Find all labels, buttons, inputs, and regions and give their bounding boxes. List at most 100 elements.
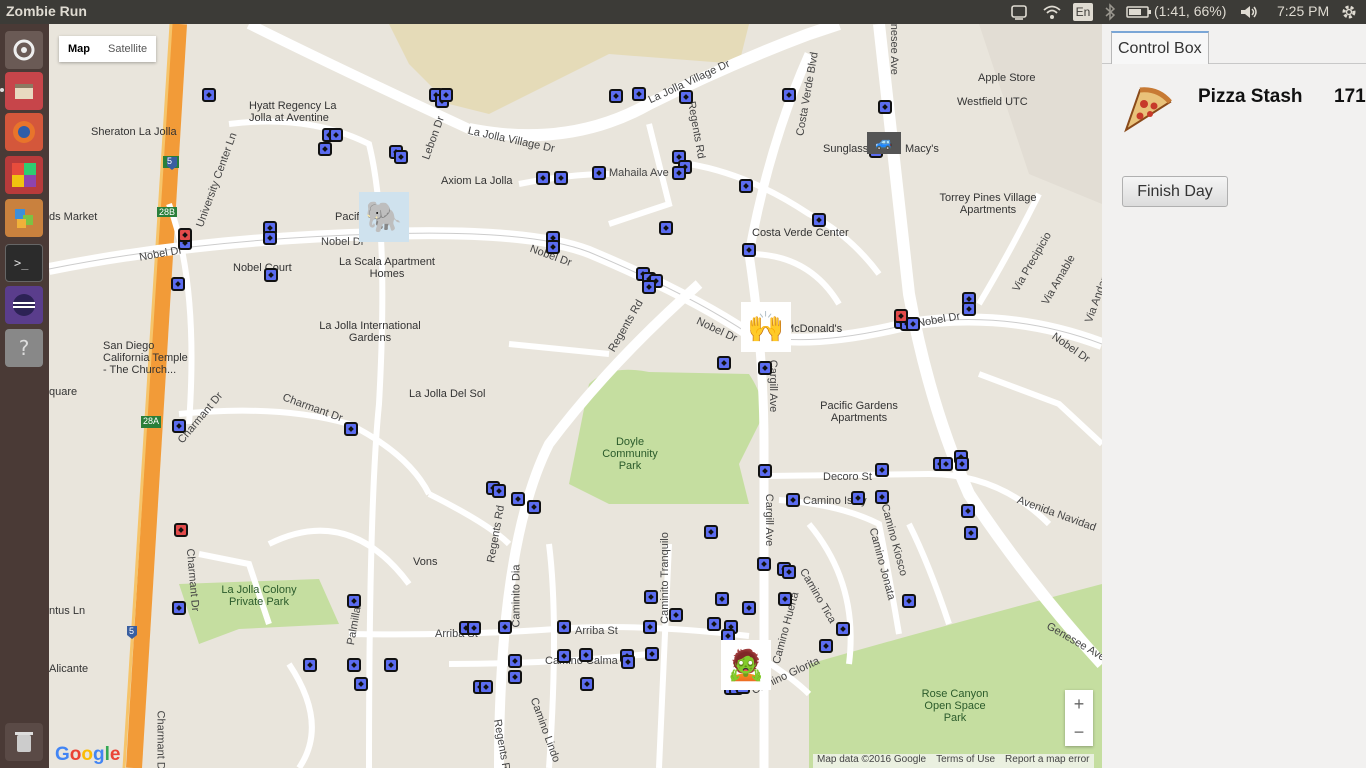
pizza-marker[interactable]	[546, 240, 560, 254]
tray-screen-icon[interactable]	[1010, 3, 1028, 21]
zoom-in-button[interactable]: +	[1065, 690, 1093, 718]
pizza-marker[interactable]	[742, 601, 756, 615]
zombie-sprite[interactable]: 🧟	[721, 640, 771, 690]
pizza-marker[interactable]	[955, 457, 969, 471]
software-center-icon[interactable]	[5, 199, 43, 237]
pizza-marker[interactable]	[778, 592, 792, 606]
bluetooth-icon[interactable]	[1104, 3, 1116, 21]
pizza-marker[interactable]	[202, 88, 216, 102]
pizza-marker[interactable]	[554, 171, 568, 185]
vehicle-sprite[interactable]: 🚙	[867, 132, 901, 154]
pizza-marker[interactable]	[172, 601, 186, 615]
pizza-marker[interactable]	[172, 419, 186, 433]
pizza-marker[interactable]	[902, 594, 916, 608]
terminal-icon[interactable]: >_	[5, 244, 43, 282]
danger-marker[interactable]	[174, 523, 188, 537]
pizza-marker[interactable]	[875, 463, 889, 477]
map-type-map-button[interactable]: Map	[59, 36, 99, 62]
volume-icon[interactable]	[1239, 3, 1259, 21]
unknown-app-icon[interactable]: ?	[5, 329, 43, 367]
app-icon[interactable]	[5, 156, 43, 194]
pizza-marker[interactable]	[508, 670, 522, 684]
zombie-elephant-sprite[interactable]: 🐘	[359, 192, 409, 242]
pizza-marker[interactable]	[812, 213, 826, 227]
pizza-marker[interactable]	[786, 493, 800, 507]
pizza-marker[interactable]	[527, 500, 541, 514]
pizza-marker[interactable]	[644, 590, 658, 604]
pizza-marker[interactable]	[329, 128, 343, 142]
pizza-marker[interactable]	[394, 150, 408, 164]
pizza-marker[interactable]	[875, 490, 889, 504]
gear-icon[interactable]	[1340, 3, 1358, 21]
pizza-marker[interactable]	[344, 422, 358, 436]
map-type-satellite-button[interactable]: Satellite	[99, 36, 156, 62]
pizza-marker[interactable]	[645, 647, 659, 661]
pizza-marker[interactable]	[758, 464, 772, 478]
pizza-marker[interactable]	[758, 361, 772, 375]
pizza-marker[interactable]	[621, 655, 635, 669]
pizza-marker[interactable]	[742, 243, 756, 257]
pizza-marker[interactable]	[704, 525, 718, 539]
pizza-marker[interactable]	[592, 166, 606, 180]
clock[interactable]: 7:25 PM	[1277, 3, 1329, 21]
pizza-marker[interactable]	[384, 658, 398, 672]
pizza-marker[interactable]	[939, 457, 953, 471]
pizza-marker[interactable]	[707, 617, 721, 631]
wifi-icon[interactable]	[1042, 3, 1062, 21]
pizza-marker[interactable]	[632, 87, 646, 101]
files-icon[interactable]	[5, 72, 43, 110]
pizza-marker[interactable]	[757, 557, 771, 571]
pizza-marker[interactable]	[964, 526, 978, 540]
pizza-marker[interactable]	[303, 658, 317, 672]
pizza-marker[interactable]	[536, 171, 550, 185]
pizza-marker[interactable]	[961, 504, 975, 518]
pizza-marker[interactable]	[264, 268, 278, 282]
pizza-marker[interactable]	[347, 658, 361, 672]
pizza-marker[interactable]	[609, 89, 623, 103]
pizza-marker[interactable]	[498, 620, 512, 634]
pizza-marker[interactable]	[354, 677, 368, 691]
pizza-marker[interactable]	[672, 166, 686, 180]
pizza-marker[interactable]	[851, 491, 865, 505]
pizza-marker[interactable]	[508, 654, 522, 668]
finish-day-button[interactable]: Finish Day	[1122, 176, 1228, 207]
pizza-marker[interactable]	[679, 90, 693, 104]
eclipse-icon[interactable]	[5, 286, 43, 324]
pizza-marker[interactable]	[557, 649, 571, 663]
pizza-marker[interactable]	[467, 621, 481, 635]
pizza-marker[interactable]	[580, 677, 594, 691]
pizza-marker[interactable]	[579, 648, 593, 662]
pizza-marker[interactable]	[171, 277, 185, 291]
pizza-marker[interactable]	[318, 142, 332, 156]
report-map-error-link[interactable]: Report a map error	[1005, 754, 1089, 768]
danger-marker[interactable]	[894, 309, 908, 323]
battery-status[interactable]: (1:41, 66%)	[1154, 3, 1226, 21]
map-view[interactable]: La Jolla Village Dr La Jolla Village Dr …	[49, 24, 1102, 768]
pizza-marker[interactable]	[962, 302, 976, 316]
pizza-marker[interactable]	[906, 317, 920, 331]
keyboard-layout-indicator[interactable]: En	[1073, 3, 1093, 21]
pizza-marker[interactable]	[642, 280, 656, 294]
pizza-marker[interactable]	[511, 492, 525, 506]
pizza-marker[interactable]	[717, 356, 731, 370]
player-sprite[interactable]: 🙌	[741, 302, 791, 352]
pizza-marker[interactable]	[263, 231, 277, 245]
pizza-marker[interactable]	[659, 221, 673, 235]
pizza-marker[interactable]	[347, 594, 361, 608]
zoom-out-button[interactable]: −	[1065, 718, 1093, 746]
pizza-marker[interactable]	[819, 639, 833, 653]
pizza-marker[interactable]	[782, 565, 796, 579]
pizza-marker[interactable]	[557, 620, 571, 634]
pizza-marker[interactable]	[715, 592, 729, 606]
firefox-icon[interactable]	[5, 113, 43, 151]
dash-icon[interactable]	[5, 31, 43, 69]
pizza-marker[interactable]	[479, 680, 493, 694]
pizza-marker[interactable]	[739, 179, 753, 193]
pizza-marker[interactable]	[643, 620, 657, 634]
pizza-marker[interactable]	[878, 100, 892, 114]
battery-icon[interactable]	[1126, 3, 1152, 21]
pizza-marker[interactable]	[439, 88, 453, 102]
trash-icon[interactable]	[5, 723, 43, 761]
pizza-marker[interactable]	[836, 622, 850, 636]
pizza-marker[interactable]	[669, 608, 683, 622]
